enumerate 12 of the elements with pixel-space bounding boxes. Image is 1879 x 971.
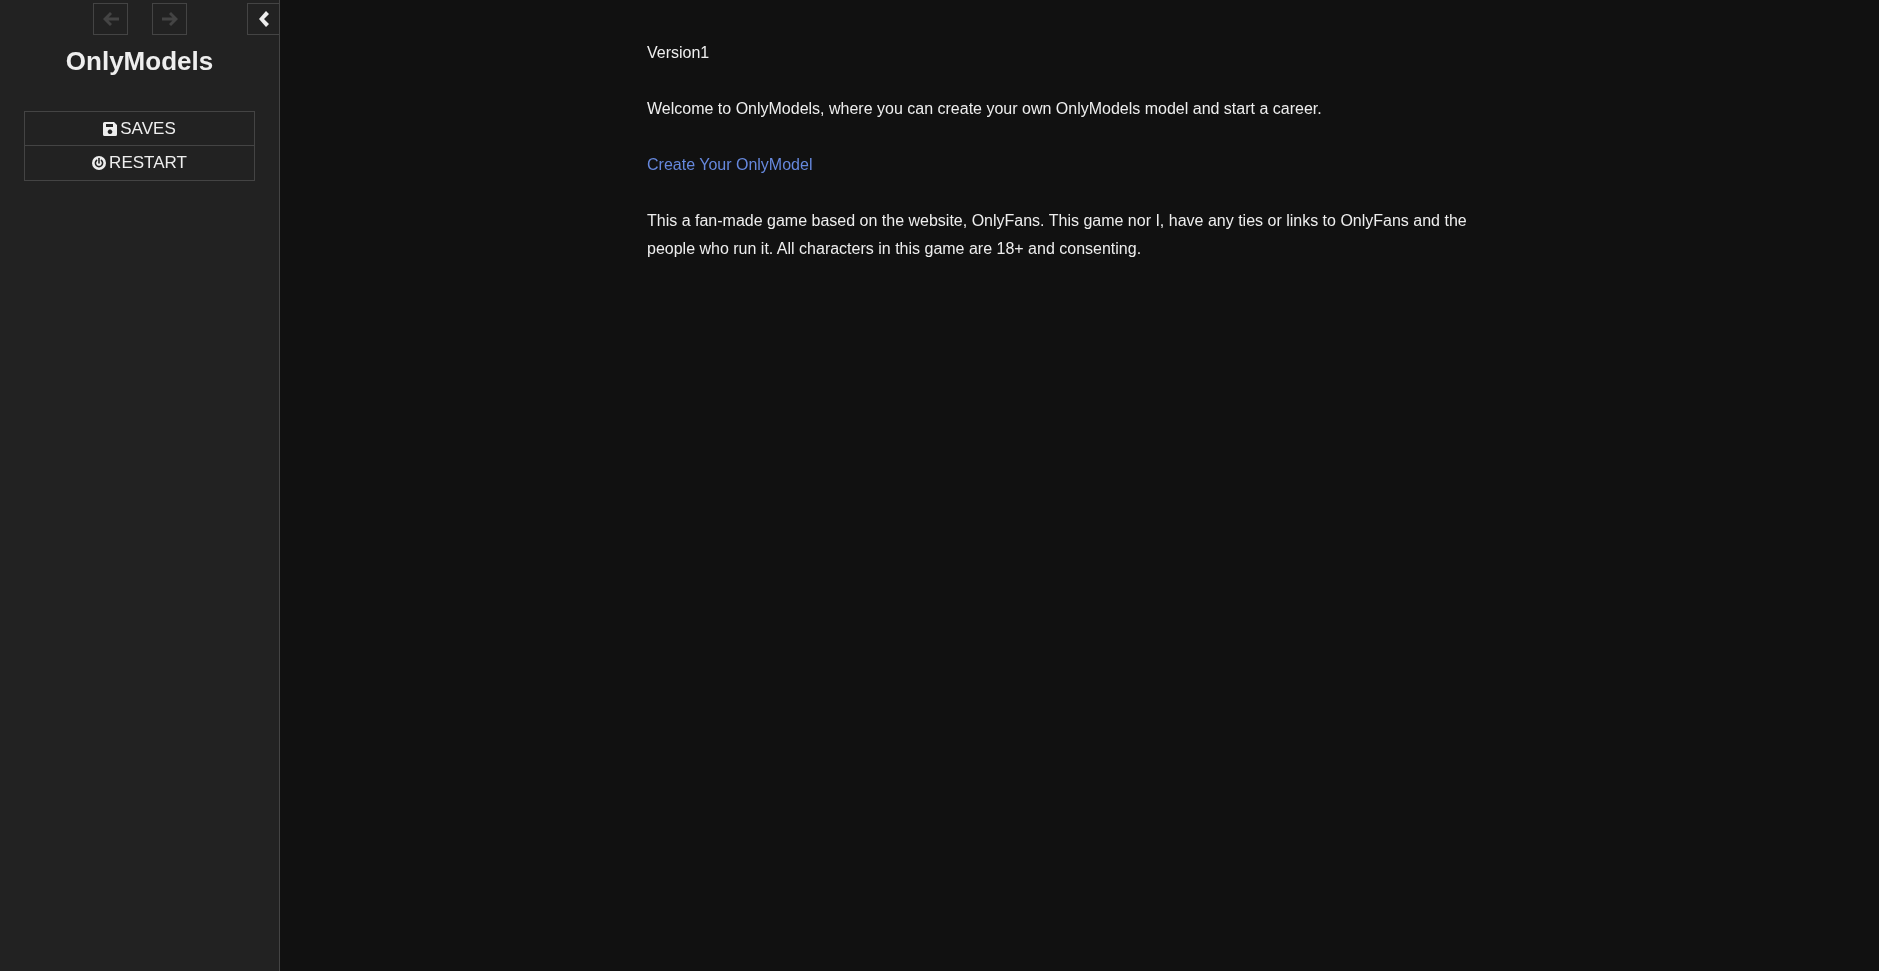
version-text: Version1: [647, 43, 711, 63]
story-title: OnlyModels: [64, 46, 215, 76]
arrow-left-icon: [102, 12, 119, 26]
power-icon: [92, 156, 107, 170]
create-model-link[interactable]: Create Your OnlyModel: [647, 156, 813, 173]
collapse-sidebar-button[interactable]: [247, 3, 279, 35]
restart-button[interactable]: RESTART: [24, 146, 255, 181]
chevron-left-icon: [258, 11, 269, 27]
disclaimer-text: This a fan-made game based on the website, OnlyFans. This game nor I, have any ties or links to OnlyFans and the people who run it. All characters in this game are 18+ and consenting.: [647, 211, 1468, 259]
welcome-text: Welcome to OnlyModels, where you can create your own OnlyModels model and start a career.: [647, 99, 1323, 119]
saves-button[interactable]: SAVES: [24, 111, 255, 146]
arrow-right-icon: [161, 12, 178, 26]
